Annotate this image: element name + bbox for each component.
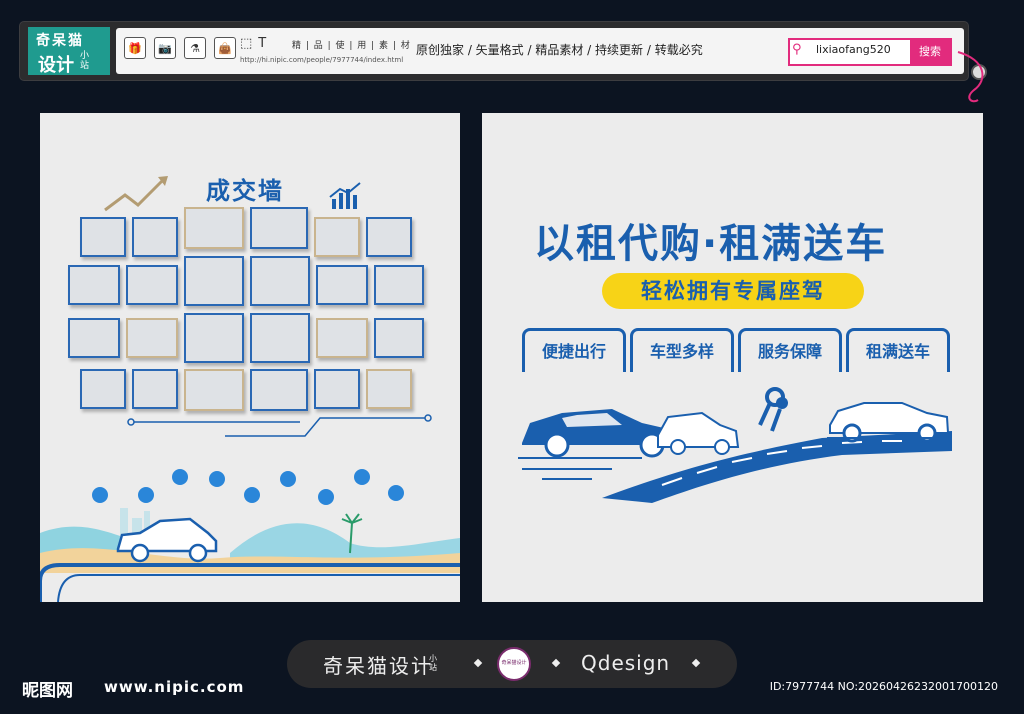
photo-frame[interactable] <box>250 256 310 306</box>
photo-frame[interactable] <box>250 313 310 363</box>
photo-frame[interactable] <box>80 369 126 409</box>
designer-name: 奇呆猫设计 <box>323 654 433 678</box>
photo-frame[interactable] <box>366 217 412 257</box>
diamond-icon <box>473 658 483 668</box>
flask-icon[interactable]: ⚗ <box>184 37 206 59</box>
photo-frame[interactable] <box>184 256 244 306</box>
photo-frame[interactable] <box>184 369 244 411</box>
image-id: ID:7977744 NO:20260426232001700120 <box>769 680 998 693</box>
search-input[interactable]: lixiaofang520 <box>816 43 891 56</box>
camera-icon[interactable]: 📷 <box>154 37 176 59</box>
photo-frame[interactable] <box>366 369 412 409</box>
deal-wall-panel: 成交墙 <box>40 113 460 602</box>
photo-frame[interactable] <box>316 318 368 358</box>
search-icon: ⚲ <box>792 42 802 57</box>
designer-banner: 奇呆猫设计 小站 奇呆猫设计 Qdesign <box>287 640 737 688</box>
diamond-icon <box>691 658 701 668</box>
qdesign-label: Qdesign <box>581 651 671 675</box>
logo-line3: 小站 <box>80 51 90 71</box>
photo-frame[interactable] <box>68 265 120 305</box>
photo-frame[interactable] <box>80 217 126 257</box>
photo-frame[interactable] <box>316 265 368 305</box>
seal-text: 奇呆猫设计 <box>501 660 527 666</box>
toolbar: 🎁 📷 ⚗ 👜 ⬚ T 精 | 品 | 使 | 用 | 素 | 材 http:/… <box>116 28 964 74</box>
photo-frame[interactable] <box>126 318 178 358</box>
photo-frame[interactable] <box>132 369 178 409</box>
gift-icon[interactable]: 🎁 <box>124 37 146 59</box>
cars-road-illustration <box>518 387 952 503</box>
rental-promo-panel: 以租代购·租满送车 轻松拥有专属座驾 便捷出行 车型多样 服务保障 租满送车 <box>482 113 983 602</box>
photo-frame[interactable] <box>184 313 244 363</box>
photo-frame[interactable] <box>314 369 360 409</box>
designer-seal: 奇呆猫设计 <box>497 647 531 681</box>
tag-string <box>957 51 984 103</box>
photo-frame[interactable] <box>68 318 120 358</box>
photo-frame[interactable] <box>250 369 308 411</box>
slogan: 原创独家 / 矢量格式 / 精品素材 / 持续更新 / 转载必究 <box>416 43 703 57</box>
photo-frame[interactable] <box>184 207 244 249</box>
logo-line1: 奇呆猫 <box>36 33 84 49</box>
photo-frame[interactable] <box>250 207 308 249</box>
designer-name-small: 小站 <box>429 654 437 672</box>
photo-frame[interactable] <box>374 265 424 305</box>
top-banner: 奇呆猫 设计 小站 🎁 📷 ⚗ 👜 ⬚ T 精 | 品 | 使 | 用 | 素 … <box>20 22 987 80</box>
search-box: ⚲ lixiaofang520 搜索 <box>788 38 952 66</box>
bag-icon[interactable]: 👜 <box>214 37 236 59</box>
logo-line2: 设计 <box>38 55 74 76</box>
deal-wall-title: 成交墙 <box>206 177 284 205</box>
diamond-icon <box>551 658 561 668</box>
crop-icon[interactable]: ⬚ <box>240 36 252 51</box>
photo-frame[interactable] <box>314 217 360 257</box>
toolbar-icons: 🎁 📷 ⚗ 👜 <box>124 37 236 59</box>
site-url[interactable]: www.nipic.com <box>104 678 244 696</box>
text-tools: ⬚ T <box>240 36 266 51</box>
photo-frame[interactable] <box>132 217 178 257</box>
category-text: 精 | 品 | 使 | 用 | 素 | 材 <box>292 41 411 51</box>
text-icon[interactable]: T <box>258 36 266 51</box>
search-button[interactable]: 搜索 <box>910 40 950 64</box>
site-logo[interactable]: 奇呆猫 设计 小站 <box>28 27 110 76</box>
photo-frame[interactable] <box>126 265 178 305</box>
profile-url[interactable]: http://hi.nipic.com/people/7977744/index… <box>240 56 403 64</box>
site-name[interactable]: 昵图网 <box>22 676 73 701</box>
photo-frame[interactable] <box>374 318 424 358</box>
